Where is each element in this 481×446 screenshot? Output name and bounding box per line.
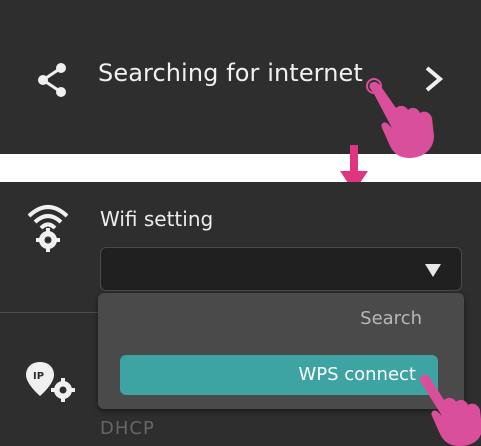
wifi-setting-label: Wifi setting — [100, 207, 214, 231]
ip-gear-icon: IP — [26, 362, 75, 402]
wifi-gear-icon — [27, 205, 69, 252]
divider — [0, 312, 100, 313]
ip-mode-text: DHCP — [100, 418, 155, 439]
svg-text:IP: IP — [33, 371, 44, 382]
caret-down-icon — [425, 264, 441, 277]
menu-item-wps-connect[interactable]: WPS connect — [120, 355, 438, 395]
pointing-hand-icon — [419, 375, 481, 446]
pointing-hand-icon — [366, 78, 434, 158]
internet-status-text: Searching for internet — [98, 59, 363, 87]
wifi-setting-dropdown[interactable] — [100, 247, 462, 291]
menu-item-search[interactable]: Search — [360, 308, 422, 329]
menu-item-wps-label: WPS connect — [298, 364, 416, 385]
wifi-dropdown-menu: Search WPS connect — [98, 293, 464, 409]
share-icon — [38, 63, 66, 97]
